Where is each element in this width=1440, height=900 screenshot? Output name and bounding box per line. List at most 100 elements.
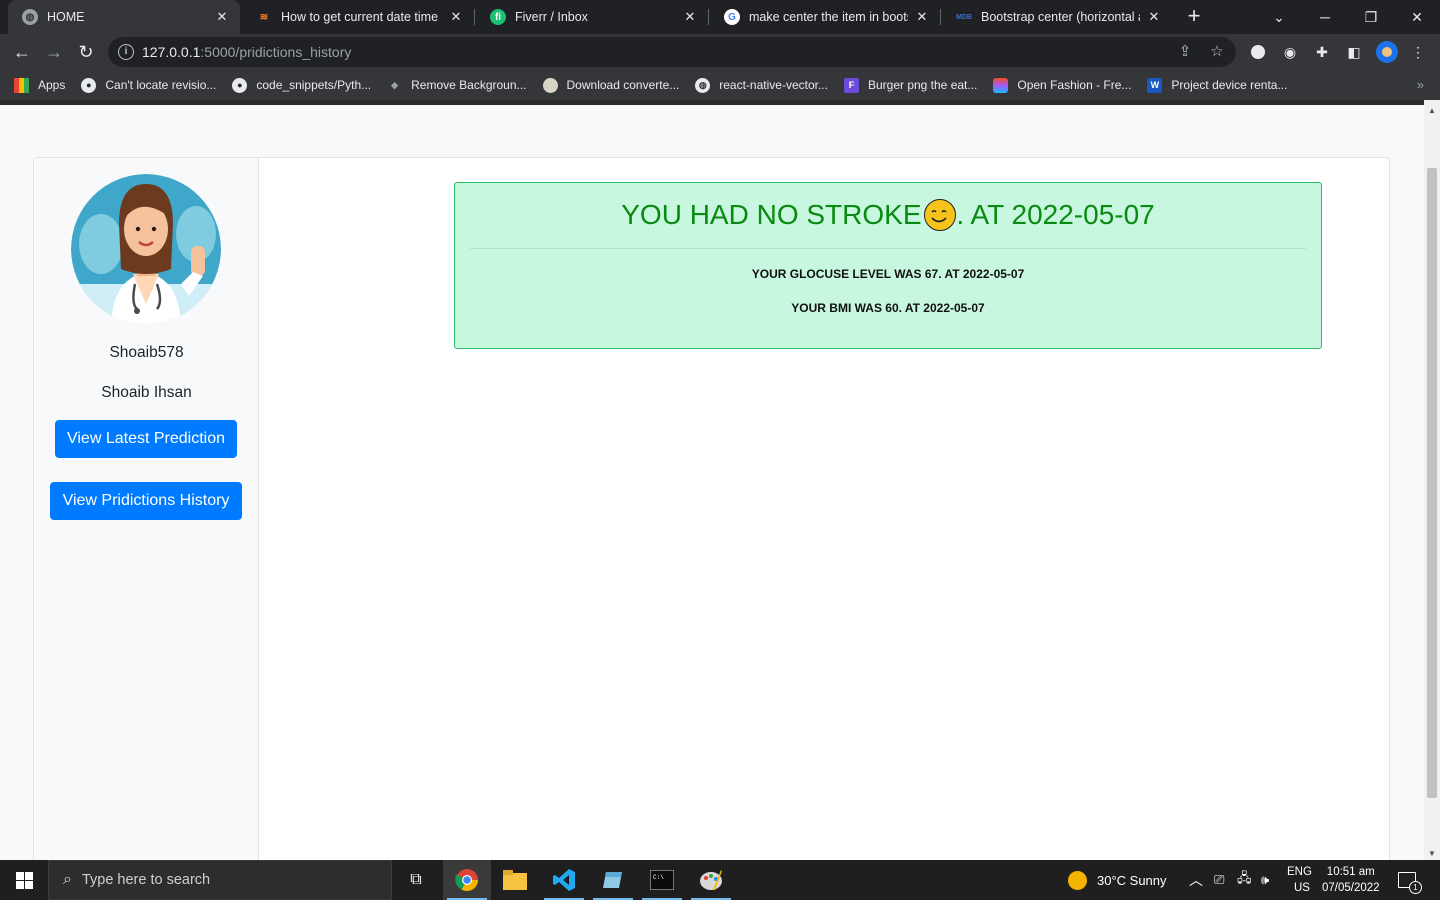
clock-date: 07/05/2022 bbox=[1322, 882, 1380, 894]
word-icon: W bbox=[1147, 77, 1163, 93]
close-icon[interactable]: ✕ bbox=[214, 9, 230, 25]
share-icon[interactable]: ⇪ bbox=[1176, 43, 1194, 61]
reload-icon[interactable]: ↻ bbox=[72, 38, 100, 66]
globe-icon: ◍ bbox=[22, 9, 38, 25]
record-icon[interactable]: ◉ bbox=[1281, 43, 1299, 61]
notification-count: 1 bbox=[1409, 881, 1422, 894]
bookmark-item[interactable]: W Project device renta... bbox=[1147, 77, 1288, 93]
chevron-up-icon[interactable]: ︿ bbox=[1189, 860, 1203, 900]
bookmark-label: Project device renta... bbox=[1171, 78, 1288, 92]
address-bar[interactable]: i 127.0.0.1:5000/pridictions_history ⇪ ☆ bbox=[108, 37, 1236, 67]
tab-title: Fiverr / Inbox bbox=[515, 10, 588, 24]
close-window-button[interactable]: ✕ bbox=[1394, 0, 1440, 34]
weather-text: 30°C Sunny bbox=[1097, 872, 1167, 888]
page-scrollbar[interactable]: ▲ ▼ bbox=[1424, 100, 1440, 860]
tab-mdb[interactable]: MDB Bootstrap center (horizontal alig ✕ bbox=[942, 0, 1172, 34]
bookmark-label: Download converte... bbox=[566, 78, 680, 92]
notification-center-icon[interactable]: 1 bbox=[1398, 860, 1422, 900]
circle-icon bbox=[542, 77, 558, 93]
tab-stackoverflow[interactable]: ≋ How to get current date time in ✕ bbox=[242, 0, 474, 34]
result-heading-date: . AT 2022-05-07 bbox=[956, 199, 1155, 230]
bookmark-star-icon[interactable]: ☆ bbox=[1208, 43, 1226, 61]
browser-tab-strip: ◍ HOME ✕ ≋ How to get current date time … bbox=[0, 0, 1440, 34]
notepad-icon[interactable] bbox=[589, 860, 637, 900]
scroll-up-icon[interactable]: ▲ bbox=[1424, 106, 1440, 115]
bookmark-label: Can't locate revisio... bbox=[105, 78, 217, 92]
task-view-icon[interactable]: ⧉ bbox=[392, 860, 440, 900]
stackoverflow-icon: ≋ bbox=[259, 11, 269, 23]
tab-title: HOME bbox=[47, 10, 85, 24]
bookmark-label: Remove Backgroun... bbox=[411, 78, 527, 92]
close-icon[interactable]: ✕ bbox=[914, 9, 930, 25]
bookmark-item[interactable]: ● Can't locate revisio... bbox=[81, 77, 217, 93]
windows-start-icon[interactable] bbox=[0, 860, 48, 900]
tab-title: How to get current date time in bbox=[281, 10, 442, 24]
bookmark-item[interactable]: ◆ Remove Backgroun... bbox=[387, 78, 526, 93]
google-icon: G bbox=[724, 9, 740, 25]
bookmark-item[interactable]: ◍ react-native-vector... bbox=[695, 77, 828, 93]
url-text: 127.0.0.1:5000/pridictions_history bbox=[142, 44, 351, 60]
extension-circle-icon[interactable] bbox=[1249, 43, 1267, 61]
globe-icon: ◍ bbox=[695, 77, 711, 93]
paint-icon[interactable] bbox=[687, 860, 735, 900]
prediction-result-alert: YOU HAD NO STROKE . AT 2022-05-07 YOUR G… bbox=[454, 182, 1322, 349]
file-explorer-icon[interactable] bbox=[491, 860, 539, 900]
bookmark-item[interactable]: Download converte... bbox=[542, 77, 680, 93]
close-icon[interactable]: ✕ bbox=[682, 9, 698, 25]
tab-home[interactable]: ◍ HOME ✕ bbox=[8, 0, 240, 34]
camera-icon[interactable]: ⎚ bbox=[1214, 860, 1224, 900]
network-icon[interactable]: 🖧 bbox=[1237, 860, 1252, 900]
apps-grid-icon bbox=[14, 77, 29, 93]
minimize-button[interactable]: ─ bbox=[1302, 0, 1348, 34]
side-panel-icon[interactable]: ◧ bbox=[1345, 43, 1363, 61]
weather-widget[interactable]: 30°C Sunny bbox=[1068, 860, 1167, 900]
profile-card: Shoaib578 Shoaib Ihsan View Latest Predi… bbox=[33, 157, 1390, 860]
more-menu-icon[interactable]: ⋮ bbox=[1409, 43, 1427, 61]
mdb-icon: MDB bbox=[956, 13, 972, 21]
restore-button[interactable]: ❐ bbox=[1348, 0, 1394, 34]
lang-bottom: US bbox=[1293, 882, 1310, 894]
chrome-taskbar-icon[interactable] bbox=[443, 860, 491, 900]
bookmark-apps[interactable]: Apps bbox=[14, 77, 66, 93]
bookmark-label: Apps bbox=[38, 78, 66, 92]
fiverr-icon: fi bbox=[490, 9, 506, 25]
view-predictions-history-button[interactable]: View Pridictions History bbox=[50, 482, 242, 520]
view-latest-prediction-button[interactable]: View Latest Prediction bbox=[55, 420, 237, 458]
forward-arrow-icon[interactable]: → bbox=[40, 38, 68, 66]
site-info-icon[interactable]: i bbox=[118, 44, 134, 60]
bookmark-item[interactable]: ● code_snippets/Pyth... bbox=[232, 77, 372, 93]
chevron-right-icon[interactable]: » bbox=[1417, 77, 1424, 92]
bookmark-item[interactable]: Open Fashion - Fre... bbox=[993, 77, 1132, 93]
clock[interactable]: 10:51 am 07/05/2022 bbox=[1322, 860, 1380, 900]
github-icon: ● bbox=[232, 77, 248, 93]
tab-separator bbox=[474, 9, 475, 25]
taskbar-search-box[interactable]: ⌕ Type here to search bbox=[48, 860, 392, 900]
profile-avatar-icon[interactable] bbox=[1376, 41, 1398, 63]
bookmark-item[interactable]: F Burger png the eat... bbox=[843, 77, 978, 93]
vscode-icon[interactable] bbox=[540, 860, 588, 900]
search-placeholder: Type here to search bbox=[81, 872, 211, 888]
scrollbar-thumb[interactable] bbox=[1427, 168, 1437, 798]
close-icon[interactable]: ✕ bbox=[448, 9, 464, 25]
scroll-down-icon[interactable]: ▼ bbox=[1424, 849, 1440, 858]
glucose-level-text: YOUR GLOCUSE LEVEL WAS 67. AT 2022-05-07 bbox=[751, 267, 1025, 281]
f-logo-icon: F bbox=[843, 77, 859, 93]
result-heading-text: YOU HAD NO STROKE bbox=[621, 199, 922, 230]
tab-separator bbox=[940, 9, 941, 25]
tab-google[interactable]: G make center the item in bootstr ✕ bbox=[710, 0, 940, 34]
tab-search-chevron-icon[interactable]: ⌄ bbox=[1256, 0, 1302, 34]
smiling-face-icon bbox=[923, 199, 956, 231]
back-arrow-icon[interactable]: ← bbox=[8, 38, 36, 66]
bookmarks-bar: Apps ● Can't locate revisio... ● code_sn… bbox=[0, 70, 1440, 100]
close-icon[interactable]: ✕ bbox=[1146, 9, 1162, 25]
bookmark-label: Open Fashion - Fre... bbox=[1017, 78, 1132, 92]
bookmark-label: Burger png the eat... bbox=[867, 78, 978, 92]
new-tab-button[interactable]: + bbox=[1183, 4, 1205, 28]
figma-icon bbox=[993, 77, 1009, 93]
volume-icon[interactable]: 🕪 bbox=[1261, 860, 1269, 900]
puzzle-extensions-icon[interactable]: ✚ bbox=[1313, 43, 1331, 61]
bookmark-label: code_snippets/Pyth... bbox=[256, 78, 372, 92]
terminal-icon[interactable]: C:\ bbox=[638, 860, 686, 900]
language-indicator[interactable]: ENG US bbox=[1287, 860, 1312, 900]
tab-fiverr[interactable]: fi Fiverr / Inbox ✕ bbox=[476, 0, 708, 34]
